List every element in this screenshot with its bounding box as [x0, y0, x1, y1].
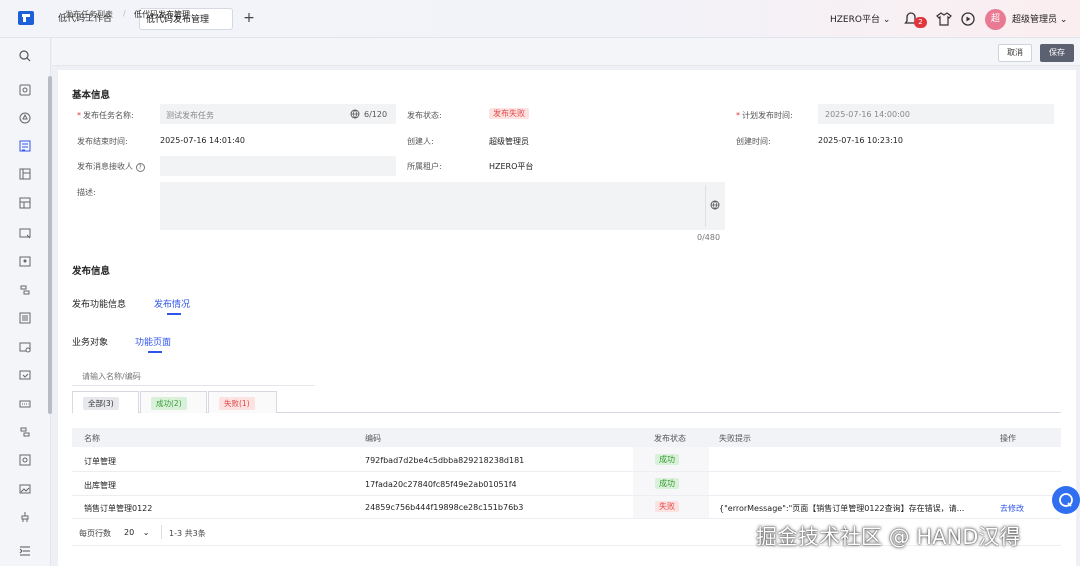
table-row-2-name: 出库管理: [84, 481, 116, 490]
notification-badge: 2: [914, 17, 927, 28]
task-name-label: * 发布任务名称:: [77, 111, 134, 120]
filter-tab-all[interactable]: 全部(3): [72, 391, 139, 413]
sidebar-item-16-icon[interactable]: [18, 510, 32, 524]
description-label: 描述:: [77, 188, 96, 197]
chevron-down-icon: ⌄: [1059, 15, 1068, 25]
play-circle-icon[interactable]: [960, 11, 976, 27]
table-row-1-status: 成功: [655, 454, 679, 465]
creator-label: 创建人:: [407, 137, 434, 146]
breadcrumb-current: 低代码发布管理: [134, 10, 190, 19]
col-code: 编码: [365, 434, 381, 443]
avatar[interactable]: 超: [985, 9, 1006, 30]
add-tab-icon[interactable]: +: [240, 10, 258, 28]
sidebar-scrollbar[interactable]: [48, 76, 52, 414]
sidebar-item-13-icon[interactable]: [18, 425, 32, 439]
sidebar-item-10-icon[interactable]: [18, 340, 32, 354]
col-name: 名称: [84, 434, 100, 443]
search-input[interactable]: [82, 369, 302, 383]
watermark: 掘金技术社区 @ HAND汉得: [756, 525, 1021, 549]
basic-info-title: 基本信息: [72, 90, 111, 101]
sidebar-item-14-icon[interactable]: [18, 453, 32, 467]
table-row-2-code: 17fada20c27840fc85f49e2ab01051f4: [365, 480, 517, 489]
creator-value: 超级管理员: [489, 137, 529, 146]
globe-icon[interactable]: [350, 109, 360, 119]
description-textarea[interactable]: [160, 182, 725, 230]
app-logo-icon[interactable]: [17, 10, 35, 26]
page-range: 1-3 共3条: [169, 529, 206, 538]
table-row-3-status: 失败: [655, 501, 679, 512]
description-count: 0/480: [697, 233, 721, 242]
tab-function-page[interactable]: 功能页面: [135, 335, 171, 348]
sidebar-item-11-icon[interactable]: [18, 368, 32, 382]
sidebar-item-6-icon[interactable]: [18, 226, 32, 240]
row-divider: [72, 471, 1061, 472]
plan-time-value: 2025-07-16 14:00:00: [825, 110, 910, 119]
sidebar-item-8-icon[interactable]: [18, 283, 32, 297]
help-icon[interactable]: ?: [135, 163, 145, 172]
sidebar-item-2-icon[interactable]: [18, 111, 32, 125]
collapse-menu-icon[interactable]: [18, 544, 32, 558]
sidebar-item-12-icon[interactable]: [18, 397, 32, 411]
col-status: 发布状态: [654, 434, 686, 443]
sidebar-item-4-icon[interactable]: [18, 167, 32, 181]
chat-button[interactable]: [1052, 486, 1080, 514]
table-row-2-status: 成功: [655, 478, 679, 489]
tenant-label: 所属租户:: [407, 162, 442, 171]
end-time-label: 发布结束时间:: [77, 137, 128, 146]
receiver-label: 发布消息接收人 ?: [77, 161, 145, 172]
breadcrumb-parent[interactable]: 发布任务列表: [65, 9, 113, 20]
chevron-down-icon: ⌄: [142, 528, 150, 537]
table-row-3-name: 销售订单管理0122: [84, 504, 153, 513]
table-row-1-code: 792fbad7d2be4c5dbba829218238d181: [365, 456, 525, 465]
user-name[interactable]: 超级管理员 ⌄: [1012, 12, 1067, 25]
row-divider: [72, 495, 1061, 496]
col-action: 操作: [1000, 434, 1016, 443]
shirt-icon[interactable]: [936, 11, 952, 27]
row-divider: [72, 518, 1061, 519]
receiver-input[interactable]: [160, 156, 396, 176]
sidebar-item-7-icon[interactable]: [18, 254, 32, 268]
chat-icon: [1059, 493, 1073, 507]
table-row-3-fail-tip: {"errorMessage":"页面【销售订单管理0122查询】存在错误，请.…: [719, 504, 965, 513]
end-time-value: 2025-07-16 14:01:40: [160, 136, 245, 145]
publish-info-title: 发布信息: [72, 266, 111, 277]
status-badge: 发布失败: [489, 108, 529, 119]
active-tab-indicator: [167, 313, 181, 315]
tab-publish-function-info[interactable]: 发布功能信息: [72, 297, 126, 310]
tab-publish-status[interactable]: 发布情况: [154, 297, 190, 310]
sidebar-item-9-icon[interactable]: [18, 311, 32, 325]
page-size-select[interactable]: 20 ⌄: [124, 528, 149, 537]
breadcrumb-separator: /: [123, 9, 126, 18]
pagination-divider: [161, 525, 162, 539]
status-label: 发布状态:: [407, 111, 442, 120]
plan-time-label: * 计划发布时间:: [736, 111, 793, 120]
page-size-label: 每页行数: [79, 529, 111, 538]
created-time-value: 2025-07-16 10:23:10: [818, 136, 903, 145]
tab-business-object[interactable]: 业务对象: [72, 335, 108, 348]
filter-tab-fail[interactable]: 失败(1): [208, 391, 277, 413]
fix-link[interactable]: 去修改: [1000, 503, 1024, 514]
sidebar-item-1-icon[interactable]: [18, 83, 32, 97]
sidebar-item-lowcode-icon[interactable]: [18, 139, 32, 153]
created-time-label: 创建时间:: [736, 137, 771, 146]
cancel-button[interactable]: 取消: [998, 44, 1032, 62]
task-name-value: 测试发布任务: [166, 111, 214, 120]
tenant-value: HZERO平台: [489, 162, 534, 171]
search-icon[interactable]: [18, 49, 32, 63]
textarea-divider: [705, 185, 706, 227]
sidebar-item-5-icon[interactable]: [18, 196, 32, 210]
table-header: [72, 428, 1061, 447]
col-fail-tip: 失败提示: [719, 434, 751, 443]
breadcrumb-bar: [52, 38, 1080, 66]
sidebar-item-15-icon[interactable]: [18, 482, 32, 496]
tenant-switcher[interactable]: HZERO平台 ⌄: [830, 12, 890, 25]
active-subtab-indicator: [148, 351, 162, 353]
globe-icon[interactable]: [710, 200, 720, 210]
filter-tab-success[interactable]: 成功(2): [140, 391, 207, 413]
table-row-3-code: 24859c756b444f19898ce28c151b76b3: [365, 503, 524, 512]
table-row-1-name: 订单管理: [84, 457, 116, 466]
save-button[interactable]: 保存: [1040, 44, 1074, 62]
chevron-down-icon: ⌄: [882, 15, 891, 25]
task-name-count: 6/120: [364, 110, 388, 119]
